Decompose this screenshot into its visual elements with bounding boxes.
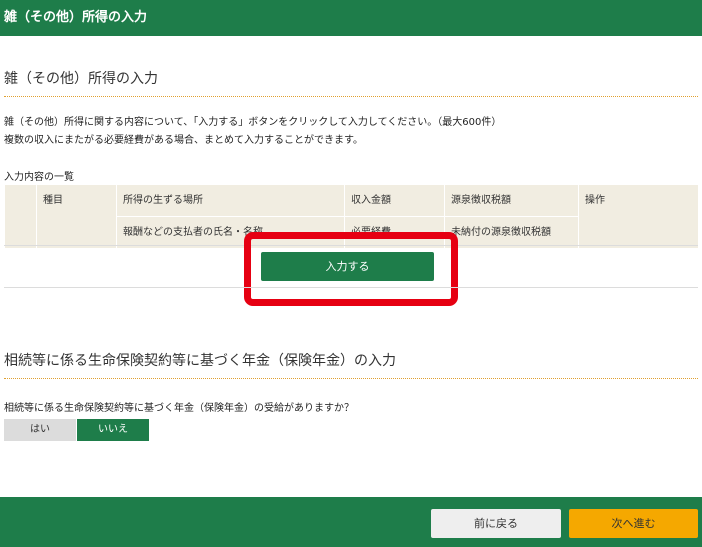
section-description-line2: 複数の収入にまたがる必要経費がある場合、まとめて入力することができます。 bbox=[4, 135, 363, 146]
table-header-income-amount: 収入金額 bbox=[344, 184, 445, 217]
table-header-unpaid-withholding-tax: 未納付の源泉徴収税額 bbox=[444, 216, 579, 249]
table-header-row: 種目 所得の生ずる場所 収入金額 源泉徴収税額 操作 bbox=[4, 184, 699, 249]
option-no-button[interactable]: いいえ bbox=[77, 419, 149, 441]
input-list-label: 入力内容の一覧 bbox=[4, 172, 74, 183]
table-header-blank bbox=[4, 184, 37, 249]
insurance-pension-question: 相続等に係る生命保険契約等に基づく年金（保険年金）の受給がありますか？ bbox=[4, 403, 354, 414]
section-title-misc-income: 雑（その他）所得の入力 bbox=[4, 68, 698, 97]
page-header-title: 雑（その他）所得の入力 bbox=[4, 10, 148, 25]
table-header-category: 種目 bbox=[36, 184, 117, 249]
next-button[interactable]: 次へ進む bbox=[569, 509, 698, 538]
option-yes-button[interactable]: はい bbox=[4, 419, 76, 441]
section-divider bbox=[4, 287, 698, 288]
section-title-insurance-pension: 相続等に係る生命保険契約等に基づく年金（保険年金）の入力 bbox=[4, 350, 698, 379]
highlight-annotation-box bbox=[244, 232, 458, 306]
table-header-operation: 操作 bbox=[578, 184, 699, 249]
page-header-bar: 雑（その他）所得の入力 bbox=[0, 0, 702, 36]
back-button[interactable]: 前に戻る bbox=[431, 509, 561, 538]
table-header-income-location: 所得の生ずる場所 bbox=[116, 184, 345, 217]
section-description-line1: 雑（その他）所得に関する内容について、「入力する」ボタンをクリックして入力してく… bbox=[4, 117, 502, 128]
table-header-withholding-tax: 源泉徴収税額 bbox=[444, 184, 579, 217]
